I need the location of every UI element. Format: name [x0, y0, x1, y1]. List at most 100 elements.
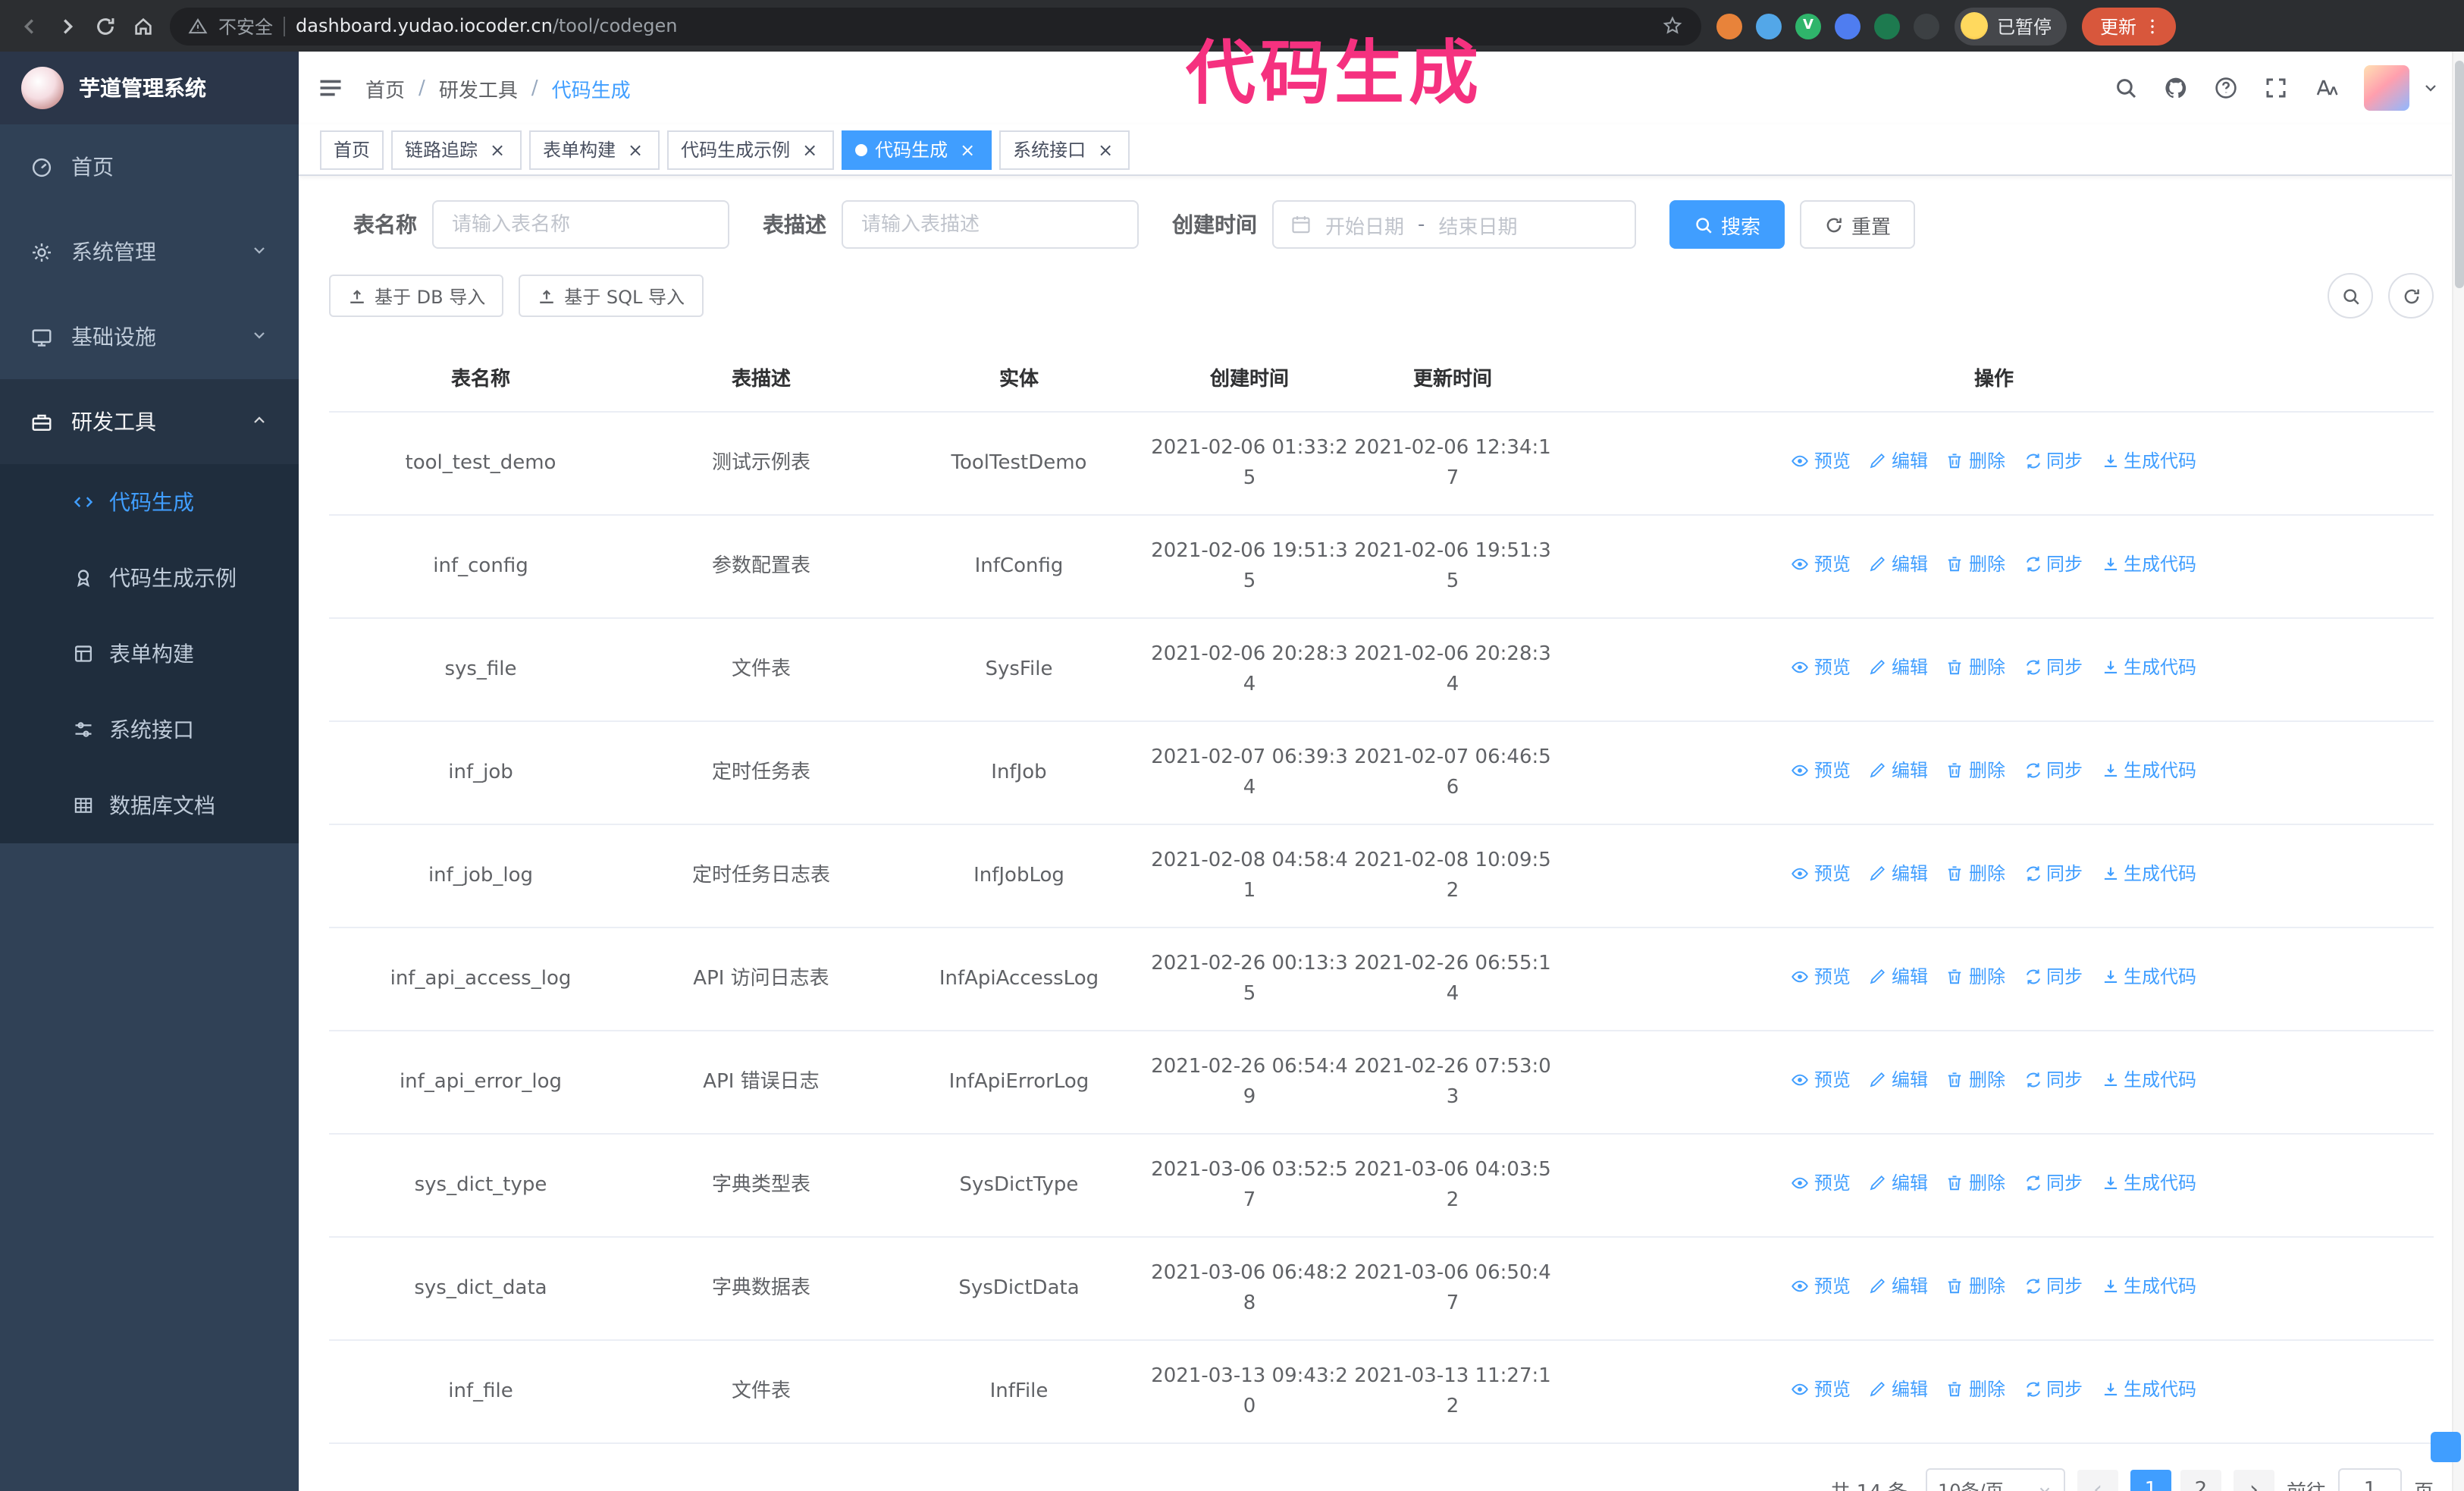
import-sql-button[interactable]: 基于 SQL 导入 [519, 275, 703, 317]
table-name-input[interactable] [432, 200, 729, 249]
action-preview-link[interactable]: 预览 [1792, 1273, 1851, 1300]
avatar-dropdown-icon[interactable] [2422, 79, 2440, 97]
water-drop-extension-icon[interactable] [1756, 13, 1782, 39]
breadcrumb-item[interactable]: 首页 [365, 74, 405, 102]
breadcrumb-item[interactable]: 研发工具 [439, 74, 518, 102]
action-preview-link[interactable]: 预览 [1792, 654, 1851, 681]
tab-home[interactable]: 首页 [320, 130, 384, 169]
goto-page-input[interactable] [2337, 1468, 2402, 1491]
action-sync-link[interactable]: 同步 [2024, 1169, 2083, 1197]
tab-tracer[interactable]: 链路追踪 × [391, 130, 522, 169]
user-avatar[interactable] [2364, 65, 2409, 111]
action-edit-link[interactable]: 编辑 [1869, 963, 1928, 990]
action-generate-link[interactable]: 生成代码 [2101, 654, 2196, 681]
tab-close-icon[interactable]: × [487, 139, 508, 160]
browser-back-icon[interactable] [18, 14, 41, 37]
action-edit-link[interactable]: 编辑 [1869, 654, 1928, 681]
tab-close-icon[interactable]: × [799, 139, 820, 160]
action-preview-link[interactable]: 预览 [1792, 1169, 1851, 1197]
action-delete-link[interactable]: 删除 [1946, 654, 2005, 681]
fullscreen-icon[interactable] [2264, 76, 2288, 100]
action-sync-link[interactable]: 同步 [2024, 1066, 2083, 1094]
action-sync-link[interactable]: 同步 [2024, 860, 2083, 887]
github-icon[interactable] [2164, 76, 2188, 100]
font-size-icon[interactable] [2314, 76, 2338, 100]
toggle-search-button[interactable] [2328, 273, 2373, 319]
action-generate-link[interactable]: 生成代码 [2101, 1066, 2196, 1094]
action-preview-link[interactable]: 预览 [1792, 860, 1851, 887]
org-chart-extension-icon[interactable] [1835, 13, 1861, 39]
action-delete-link[interactable]: 删除 [1946, 1273, 2005, 1300]
action-preview-link[interactable]: 预览 [1792, 757, 1851, 784]
sidebar-subitem-codegen-demo[interactable]: 代码生成示例 [0, 540, 299, 616]
sidebar-item-home[interactable]: 首页 [0, 124, 299, 209]
action-generate-link[interactable]: 生成代码 [2101, 551, 2196, 578]
action-delete-link[interactable]: 删除 [1946, 757, 2005, 784]
fox-extension-icon[interactable] [1716, 13, 1742, 39]
tab-close-icon[interactable]: × [957, 139, 978, 160]
page-button-1[interactable]: 1 [2130, 1469, 2171, 1491]
action-delete-link[interactable]: 删除 [1946, 447, 2005, 475]
create-time-range-picker[interactable]: 开始日期 - 结束日期 [1272, 200, 1636, 249]
page-size-select[interactable]: 10条/页 [1925, 1468, 2065, 1491]
action-edit-link[interactable]: 编辑 [1869, 447, 1928, 475]
action-sync-link[interactable]: 同步 [2024, 1376, 2083, 1403]
action-preview-link[interactable]: 预览 [1792, 447, 1851, 475]
tab-codegen-demo[interactable]: 代码生成示例 × [667, 130, 835, 169]
action-edit-link[interactable]: 编辑 [1869, 860, 1928, 887]
search-button[interactable]: 搜索 [1669, 200, 1785, 249]
sidebar-subitem-form-builder[interactable]: 表单构建 [0, 616, 299, 692]
sidebar-item-system[interactable]: 系统管理 [0, 209, 299, 294]
address-bar[interactable]: 不安全 dashboard.yudao.iocoder.cn/tool/code… [170, 7, 1701, 45]
action-delete-link[interactable]: 删除 [1946, 551, 2005, 578]
action-generate-link[interactable]: 生成代码 [2101, 447, 2196, 475]
action-generate-link[interactable]: 生成代码 [2101, 1273, 2196, 1300]
sidebar-subitem-codegen[interactable]: 代码生成 [0, 464, 299, 540]
scrollbar[interactable] [2452, 52, 2464, 1491]
browser-forward-icon[interactable] [56, 14, 79, 37]
tab-close-icon[interactable]: × [625, 139, 646, 160]
tab-codegen[interactable]: 代码生成 × [842, 130, 992, 169]
refresh-table-button[interactable] [2388, 273, 2434, 319]
sidebar-subitem-db-doc[interactable]: 数据库文档 [0, 767, 299, 843]
sidebar-subitem-api[interactable]: 系统接口 [0, 692, 299, 767]
green-check-extension-icon[interactable]: V [1795, 13, 1821, 39]
bookmark-star-icon[interactable] [1662, 15, 1683, 36]
action-sync-link[interactable]: 同步 [2024, 654, 2083, 681]
action-sync-link[interactable]: 同步 [2024, 447, 2083, 475]
sidebar-item-tools[interactable]: 研发工具 [0, 379, 299, 464]
action-sync-link[interactable]: 同步 [2024, 551, 2083, 578]
reset-button[interactable]: 重置 [1800, 200, 1916, 249]
action-generate-link[interactable]: 生成代码 [2101, 1376, 2196, 1403]
action-sync-link[interactable]: 同步 [2024, 963, 2083, 990]
tab-close-icon[interactable]: × [1095, 139, 1116, 160]
action-preview-link[interactable]: 预览 [1792, 551, 1851, 578]
action-delete-link[interactable]: 删除 [1946, 860, 2005, 887]
action-delete-link[interactable]: 删除 [1946, 963, 2005, 990]
action-preview-link[interactable]: 预览 [1792, 1066, 1851, 1094]
action-edit-link[interactable]: 编辑 [1869, 1169, 1928, 1197]
next-page-button[interactable]: › [2233, 1469, 2274, 1491]
action-edit-link[interactable]: 编辑 [1869, 551, 1928, 578]
action-generate-link[interactable]: 生成代码 [2101, 1169, 2196, 1197]
action-sync-link[interactable]: 同步 [2024, 1273, 2083, 1300]
action-edit-link[interactable]: 编辑 [1869, 1376, 1928, 1403]
action-delete-link[interactable]: 删除 [1946, 1169, 2005, 1197]
action-generate-link[interactable]: 生成代码 [2101, 963, 2196, 990]
browser-home-icon[interactable] [132, 14, 155, 37]
action-sync-link[interactable]: 同步 [2024, 757, 2083, 784]
back-to-top-button[interactable] [2431, 1432, 2461, 1462]
action-edit-link[interactable]: 编辑 [1869, 1273, 1928, 1300]
action-preview-link[interactable]: 预览 [1792, 1376, 1851, 1403]
sprout-extension-icon[interactable] [1914, 13, 1939, 39]
table-desc-input[interactable] [842, 200, 1139, 249]
header-search-icon[interactable] [2114, 76, 2138, 100]
action-edit-link[interactable]: 编辑 [1869, 1066, 1928, 1094]
profile-paused-badge[interactable]: 已暂停 [1955, 7, 2067, 45]
prev-page-button[interactable]: ‹ [2077, 1469, 2118, 1491]
leaf-extension-icon[interactable] [1874, 13, 1900, 39]
hamburger-menu-icon[interactable] [317, 74, 344, 102]
action-edit-link[interactable]: 编辑 [1869, 757, 1928, 784]
action-preview-link[interactable]: 预览 [1792, 963, 1851, 990]
page-button-2[interactable]: 2 [2180, 1469, 2221, 1491]
